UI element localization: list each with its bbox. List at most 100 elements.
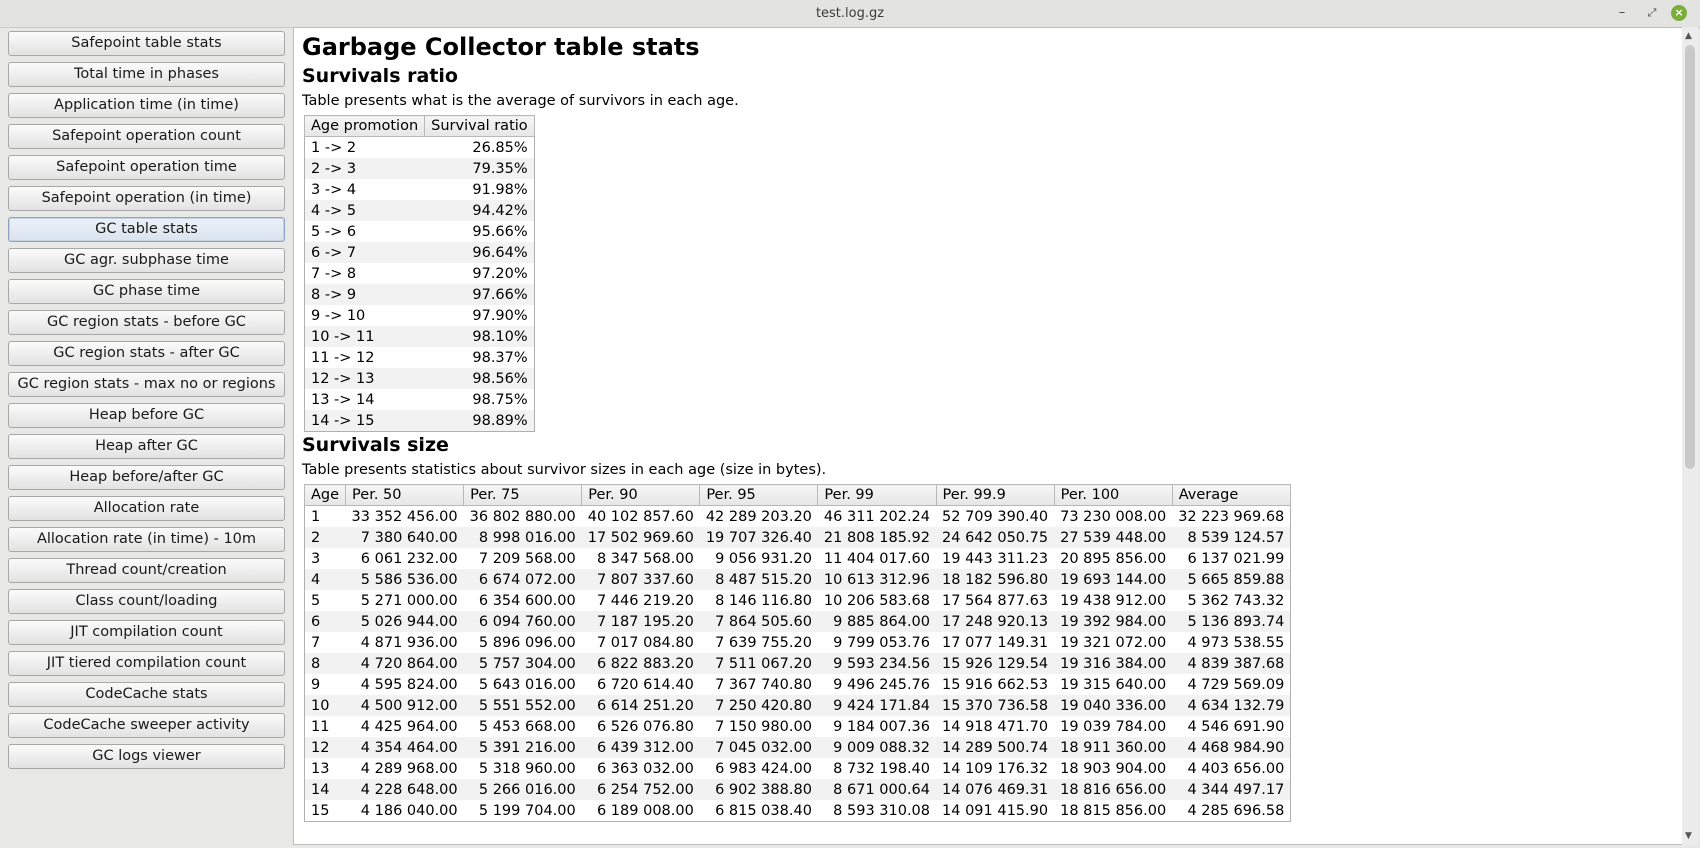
- maximize-icon[interactable]: ⤢: [1642, 3, 1662, 23]
- sidebar-button[interactable]: JIT tiered compilation count: [8, 651, 285, 676]
- size-value-cell: 5 136 893.74: [1172, 611, 1291, 632]
- size-value-cell: 14 076 469.31: [936, 779, 1055, 800]
- table-row[interactable]: 27 380 640.00 8 998 016.00 17 502 969.60 19…: [304, 527, 1291, 548]
- size-value-cell: 7 807 337.60: [581, 569, 700, 590]
- size-value-cell: 15 926 129.54: [936, 653, 1055, 674]
- sidebar-button[interactable]: GC region stats - after GC: [8, 341, 285, 366]
- scrollbar-thumb[interactable]: [1685, 45, 1695, 469]
- sidebar-button[interactable]: Total time in phases: [8, 62, 285, 87]
- table-row[interactable]: 4 -> 5 94.42%: [304, 200, 535, 221]
- table-row[interactable]: 10 -> 11 98.10%: [304, 326, 535, 347]
- table-row[interactable]: 9 -> 10 97.90%: [305, 305, 535, 326]
- column-header[interactable]: Per. 99: [817, 484, 937, 506]
- column-header[interactable]: Age: [303, 484, 347, 506]
- column-header[interactable]: Per. 100: [1053, 484, 1173, 506]
- size-value-cell: 19 040 336.00: [1054, 695, 1173, 716]
- sidebar-button[interactable]: Allocation rate (in time) - 10m: [8, 527, 285, 552]
- table-row[interactable]: 45 586 536.00 6 674 072.00 7 807 337.60 8 4…: [304, 569, 1291, 590]
- size-value-cell: 7 511 067.20: [699, 653, 818, 674]
- vertical-scrollbar[interactable]: ▲ ▼: [1682, 27, 1698, 845]
- size-value-cell: 4 403 656.00: [1187, 760, 1285, 777]
- sidebar-button[interactable]: Safepoint operation count: [8, 124, 285, 149]
- sidebar-button[interactable]: Heap before GC: [8, 403, 285, 428]
- scroll-down-icon[interactable]: ▼: [1685, 831, 1692, 841]
- table-row[interactable]: 15 4 186 040.00 5 199 704.00 6 189 008.00 6 …: [305, 800, 1291, 822]
- sidebar-button[interactable]: Safepoint table stats: [8, 31, 285, 56]
- table-row[interactable]: 5 -> 6 95.66%: [305, 221, 535, 242]
- size-value-cell: 27 539 448.00: [1054, 527, 1173, 548]
- table-row[interactable]: 11 -> 12 98.37%: [305, 347, 535, 368]
- column-header[interactable]: Age promotion: [303, 115, 426, 137]
- size-value-cell: 4 468 984.90: [1172, 737, 1291, 758]
- table-row[interactable]: 13 4 289 968.00 5 318 960.00 6 363 032.00 6 …: [305, 758, 1291, 779]
- table-row[interactable]: 14 -> 15 98.89%: [304, 410, 535, 432]
- column-header[interactable]: Per. 99.9: [935, 484, 1055, 506]
- sidebar-button[interactable]: GC region stats - max no or regions: [8, 372, 285, 397]
- column-header[interactable]: Per. 75: [463, 484, 583, 506]
- table-row[interactable]: 1 -> 2 26.85%: [305, 137, 535, 159]
- size-value-cell: 8 593 310.08: [833, 802, 931, 819]
- sidebar-button[interactable]: Allocation rate: [8, 496, 285, 521]
- sidebar-button[interactable]: Heap before/after GC: [8, 465, 285, 490]
- table-row[interactable]: 3 6 061 232.00 7 209 568.00 8 347 568.00 9 0…: [305, 548, 1291, 569]
- scroll-up-icon[interactable]: ▲: [1685, 31, 1692, 41]
- sidebar-button[interactable]: Thread count/creation: [8, 558, 285, 583]
- size-value-cell: 10 206 583.68: [823, 592, 931, 609]
- size-value-cell: 19 438 912.00: [1060, 592, 1167, 609]
- table-row[interactable]: 10 4 500 912.00 5 551 552.00 6 614 251.20 7 …: [304, 695, 1291, 716]
- age-cell: 11: [311, 718, 330, 735]
- column-header[interactable]: Per. 90: [581, 484, 701, 506]
- age-promotion-cell: 2 -> 3: [304, 158, 425, 179]
- sidebar-button[interactable]: JIT compilation count: [8, 620, 285, 645]
- sidebar-button[interactable]: Safepoint operation (in time): [8, 186, 285, 211]
- sidebar-button[interactable]: GC table stats: [8, 217, 285, 242]
- close-icon[interactable]: ×: [1671, 5, 1687, 21]
- sidebar-button[interactable]: GC region stats - before GC: [8, 310, 285, 335]
- sidebar-button[interactable]: Class count/loading: [8, 589, 285, 614]
- size-value-cell: 5 271 000.00: [360, 592, 458, 609]
- size-value-cell: 6 189 008.00: [596, 802, 694, 819]
- table-row[interactable]: 65 026 944.00 6 094 760.00 7 187 195.20 7 8…: [304, 611, 1291, 632]
- table-row[interactable]: 9 4 595 824.00 5 643 016.00 6 720 614.40 7 3…: [305, 674, 1291, 695]
- table-row[interactable]: 7 -> 8 97.20%: [305, 263, 535, 284]
- table-row[interactable]: 1 33 352 456.00 36 802 880.00 40 102 857.60…: [305, 506, 1291, 528]
- size-value-cell: 4 595 824.00: [360, 676, 458, 693]
- sidebar-button[interactable]: GC phase time: [8, 279, 285, 304]
- size-value-cell: 42 289 203.20: [705, 508, 812, 525]
- sidebar-button[interactable]: CodeCache stats: [8, 682, 285, 707]
- table-row[interactable]: 11 4 425 964.00 5 453 668.00 6 526 076.80 7 …: [305, 716, 1291, 737]
- sidebar-button[interactable]: Heap after GC: [8, 434, 285, 459]
- column-header[interactable]: Per. 50: [345, 484, 465, 506]
- table-row[interactable]: 7 4 871 936.00 5 896 096.00 7 017 084.80 7 6…: [305, 632, 1291, 653]
- survival-ratio-cell: 97.20%: [472, 265, 528, 282]
- table-row[interactable]: 14 4 228 648.00 5 266 016.00 6 254 752.00 6 …: [304, 779, 1291, 800]
- age-promotion-cell: 9 -> 10: [311, 307, 366, 324]
- column-header[interactable]: Survival ratio: [424, 115, 535, 137]
- sidebar-button[interactable]: Safepoint operation time: [8, 155, 285, 180]
- sidebar-button[interactable]: GC logs viewer: [8, 744, 285, 769]
- age-cell: 8: [304, 653, 346, 674]
- table-row[interactable]: 13 -> 14 98.75%: [305, 389, 535, 410]
- table-row[interactable]: 12 -> 13 98.56%: [304, 368, 535, 389]
- size-value-cell: 5 266 016.00: [463, 779, 582, 800]
- table-row[interactable]: 84 720 864.00 5 757 304.00 6 822 883.20 7 5…: [304, 653, 1291, 674]
- size-value-cell: 4 729 569.09: [1187, 676, 1285, 693]
- table-row[interactable]: 6 -> 7 96.64%: [304, 242, 535, 263]
- sidebar-button[interactable]: GC agr. subphase time: [8, 248, 285, 273]
- size-value-cell: 6 720 614.40: [596, 676, 694, 693]
- table-row[interactable]: 12 4 354 464.00 5 391 216.00 6 439 312.00 7 …: [304, 737, 1291, 758]
- size-value-cell: 18 903 904.00: [1060, 760, 1167, 777]
- column-header[interactable]: Average: [1171, 484, 1292, 506]
- size-value-cell: 6 363 032.00: [596, 760, 694, 777]
- table-row[interactable]: 8 -> 9 97.66%: [304, 284, 535, 305]
- size-value-cell: 4 354 464.00: [345, 737, 464, 758]
- table-row[interactable]: 2 -> 3 79.35%: [304, 158, 535, 179]
- sidebar-button[interactable]: Application time (in time): [8, 93, 285, 118]
- sidebar-button[interactable]: CodeCache sweeper activity: [8, 713, 285, 738]
- column-header[interactable]: Per. 95: [699, 484, 819, 506]
- table-row[interactable]: 3 -> 4 91.98%: [305, 179, 535, 200]
- survivals-ratio-table: Age promotion Survival ratio 1 -> 2 26.85…: [303, 115, 535, 432]
- size-value-cell: 5 757 304.00: [463, 653, 582, 674]
- minimize-icon[interactable]: –: [1612, 3, 1632, 23]
- table-row[interactable]: 5 5 271 000.00 6 354 600.00 7 446 219.20 8 1…: [305, 590, 1291, 611]
